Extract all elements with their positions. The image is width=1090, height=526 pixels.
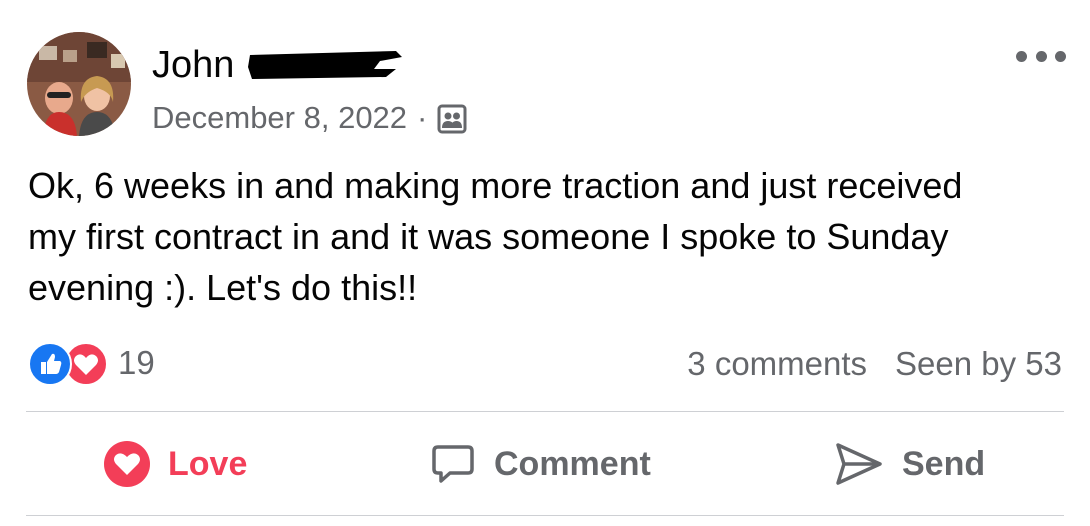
post-body-text: Ok, 6 weeks in and making more traction … [28, 165, 963, 308]
post-meta: December 8, 2022 · [152, 98, 467, 138]
divider-bottom [26, 515, 1064, 516]
meta-separator: · [417, 100, 428, 135]
reaction-icons [28, 342, 110, 386]
post-stats: 3 comments Seen by 53 [687, 343, 1062, 385]
post-date[interactable]: December 8, 2022 [152, 98, 407, 138]
author-name[interactable]: John [152, 42, 234, 88]
group-audience-icon[interactable] [437, 104, 467, 134]
send-button[interactable]: Send [834, 414, 985, 514]
avatar-photo [27, 32, 131, 136]
more-options-icon[interactable] [1016, 44, 1066, 68]
comments-count-link[interactable]: 3 comments [687, 343, 867, 385]
love-button[interactable]: Love [104, 414, 247, 514]
reactions-summary[interactable]: 19 [28, 342, 155, 386]
comment-label: Comment [494, 444, 651, 483]
reaction-count: 19 [118, 344, 155, 381]
send-arrow-icon [836, 443, 882, 485]
action-bar: Love Comment Send [26, 414, 1064, 514]
author-avatar[interactable] [27, 32, 131, 136]
love-heart-icon [104, 441, 150, 487]
name-redaction-mark [248, 51, 402, 79]
love-label: Love [168, 444, 248, 483]
comment-button[interactable]: Comment [430, 414, 651, 514]
divider-top [26, 411, 1064, 412]
facebook-post: John December 8, 2022 · Ok, 6 weeks in a… [0, 0, 1090, 526]
like-reaction-icon [28, 342, 72, 386]
seen-by-count[interactable]: Seen by 53 [895, 343, 1062, 385]
comment-bubble-icon [432, 445, 474, 483]
send-label: Send [902, 444, 986, 483]
